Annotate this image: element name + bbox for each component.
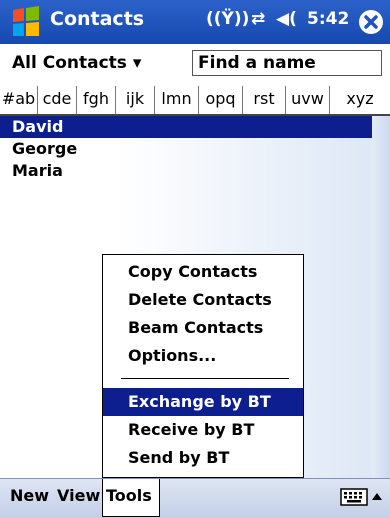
window-title: Contacts bbox=[50, 8, 145, 30]
alpha-tab-cde[interactable]: cde bbox=[38, 86, 77, 114]
list-scrollbar[interactable] bbox=[372, 116, 390, 478]
antenna-icon[interactable]: ((Ÿ)) bbox=[206, 9, 249, 29]
alpha-tab-xyz[interactable]: xyz bbox=[330, 86, 390, 114]
menu-item-send-by-bt[interactable]: Send by BT bbox=[103, 444, 303, 472]
menu-separator bbox=[121, 378, 289, 379]
speaker-icon[interactable]: ◀( bbox=[276, 9, 297, 29]
menu-item-copy-contacts[interactable]: Copy Contacts bbox=[103, 258, 303, 286]
menu-item-beam-contacts[interactable]: Beam Contacts bbox=[103, 314, 303, 342]
view-menu[interactable]: View bbox=[57, 479, 100, 517]
alphabet-tabs: #ab cde fgh ijk lmn opq rst uvw xyz bbox=[0, 86, 390, 116]
contact-row[interactable]: George bbox=[0, 138, 372, 160]
menu-item-exchange-by-bt[interactable]: Exchange by BT bbox=[103, 388, 303, 416]
alpha-tab-uvw[interactable]: uvw bbox=[286, 86, 330, 114]
new-button[interactable]: New bbox=[10, 479, 49, 517]
category-dropdown[interactable]: All Contacts ▾ bbox=[12, 53, 141, 73]
tools-menu-button[interactable]: Tools bbox=[102, 479, 160, 517]
connectivity-icon[interactable]: ⇄ bbox=[251, 9, 265, 29]
title-bar: Contacts ((Ÿ)) ⇄ ◀( 5:42 bbox=[0, 0, 390, 44]
alpha-tab-rst[interactable]: rst bbox=[243, 86, 286, 114]
find-name-input[interactable]: Find a name bbox=[192, 50, 382, 76]
tools-menu: Copy Contacts Delete Contacts Beam Conta… bbox=[102, 254, 304, 478]
contacts-toolbar: All Contacts ▾ Find a name bbox=[0, 44, 390, 88]
close-icon[interactable] bbox=[357, 8, 385, 36]
menu-item-receive-by-bt[interactable]: Receive by BT bbox=[103, 416, 303, 444]
contact-row[interactable]: Maria bbox=[0, 160, 372, 182]
alpha-tab-lmn[interactable]: lmn bbox=[155, 86, 199, 114]
menu-item-delete-contacts[interactable]: Delete Contacts bbox=[103, 286, 303, 314]
alpha-tab-ijk[interactable]: ijk bbox=[116, 86, 155, 114]
clock[interactable]: 5:42 bbox=[307, 9, 349, 29]
input-arrow-icon[interactable] bbox=[370, 487, 384, 507]
alpha-tab-fgh[interactable]: fgh bbox=[77, 86, 116, 114]
alpha-tab-ab[interactable]: #ab bbox=[0, 86, 38, 114]
contact-row[interactable]: David bbox=[0, 116, 372, 138]
windows-start-icon[interactable] bbox=[9, 6, 43, 38]
menu-item-options[interactable]: Options... bbox=[103, 342, 303, 370]
bottom-menu-bar: New View Tools bbox=[0, 478, 390, 518]
alpha-tab-opq[interactable]: opq bbox=[199, 86, 243, 114]
keyboard-icon[interactable] bbox=[340, 487, 368, 507]
